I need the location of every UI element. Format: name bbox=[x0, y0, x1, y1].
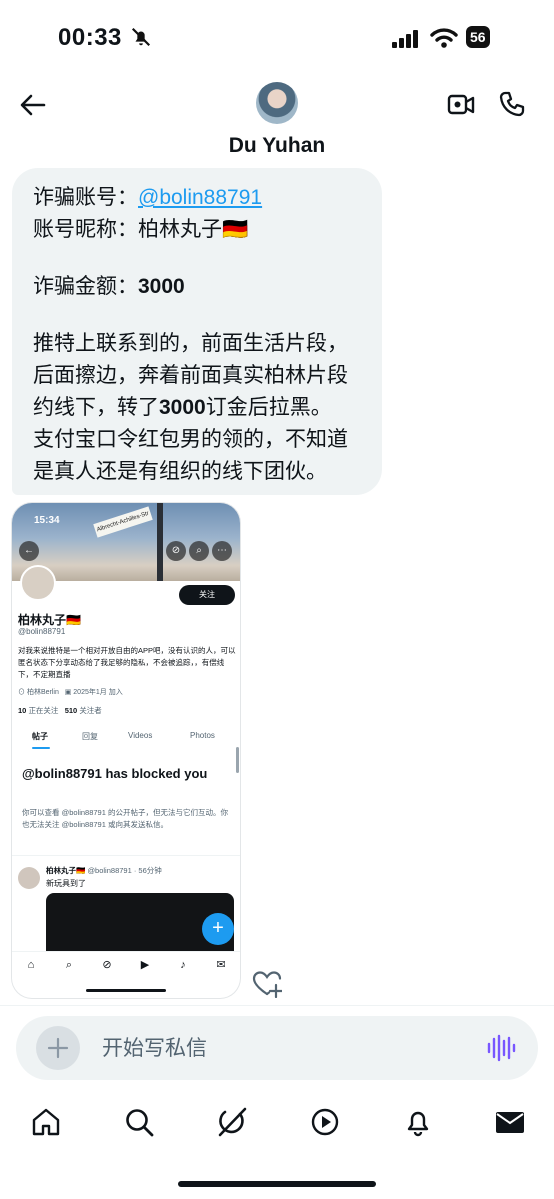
shot-blocked-title: @bolin88791 has blocked you bbox=[22, 766, 208, 781]
search-icon[interactable] bbox=[123, 1106, 155, 1138]
shot-tab-underline bbox=[32, 747, 50, 749]
message-text: 诈骗账号： bbox=[33, 186, 138, 209]
shot-back-icon: ← bbox=[19, 541, 39, 561]
shot-grok-icon: ⊘ bbox=[166, 541, 186, 561]
following-label: 正在关注 bbox=[28, 706, 59, 715]
bell-off-icon bbox=[131, 27, 151, 47]
amount-text: 3000 bbox=[159, 396, 206, 419]
shot-post-text: 新玩具到了 bbox=[46, 879, 86, 888]
message-input[interactable] bbox=[102, 1034, 462, 1062]
shot-post-header: 柏林丸子🇩🇪 @bolin88791 · 56分钟 bbox=[46, 865, 162, 876]
plus-icon bbox=[47, 1037, 69, 1059]
shot-tab-posts: 帖子 bbox=[32, 732, 48, 741]
followers-label: 关注者 bbox=[79, 706, 102, 715]
shot-status-time: 15:34 bbox=[34, 515, 60, 526]
message-bubble[interactable]: 诈骗账号：@bolin88791 账号昵称：柏林丸子🇩🇪 诈骗金额：3000 推… bbox=[12, 168, 382, 495]
amount-text: 3000 bbox=[138, 275, 185, 298]
shot-bottom-nav: ⌂ ⌕ ⊘ ▶ ♪ ✉ bbox=[12, 951, 240, 979]
shot-location: 柏林Berlin bbox=[26, 689, 59, 696]
shot-post-avatar bbox=[18, 867, 40, 889]
status-time: 00:33 bbox=[58, 24, 122, 51]
shot-post-name: 柏林丸子🇩🇪 bbox=[46, 866, 86, 875]
following-count: 10 bbox=[18, 706, 27, 715]
home-indicator bbox=[178, 1181, 376, 1187]
shot-divider bbox=[12, 855, 240, 856]
shot-tab-videos: Videos bbox=[128, 731, 153, 740]
shot-profile-tabs: 帖子 回复 Videos Photos bbox=[12, 725, 240, 749]
mention-link[interactable]: @bolin88791 bbox=[138, 186, 262, 209]
shot-home-indicator bbox=[86, 989, 166, 992]
shot-tab-photos: Photos bbox=[190, 731, 215, 740]
shot-follow-button: 关注 bbox=[179, 585, 235, 605]
video-call-icon[interactable] bbox=[447, 92, 475, 118]
message-line: 支付宝口令红包男的领的，不知道 bbox=[33, 428, 348, 451]
shot-scrollbar bbox=[236, 747, 239, 773]
heart-plus-icon[interactable] bbox=[252, 970, 282, 998]
shot-blocked-desc: 你可以查看 @bolin88791 的公开帖子，但无法与它们互动。你也无法关注 … bbox=[22, 808, 228, 829]
street-sign: Albrecht-Achilles-Str bbox=[93, 506, 153, 538]
message-text: 诈骗金额： bbox=[33, 275, 138, 298]
shot-bell-icon: ♪ bbox=[180, 959, 186, 971]
grok-icon[interactable] bbox=[216, 1106, 248, 1138]
shot-profile-name: 柏林丸子🇩🇪 bbox=[18, 613, 81, 627]
bell-icon[interactable] bbox=[402, 1106, 434, 1138]
shot-mail-icon: ✉ bbox=[216, 959, 226, 971]
back-arrow-icon[interactable] bbox=[18, 90, 48, 120]
shot-home-icon: ⌂ bbox=[27, 959, 35, 971]
message-text: 约线下，转了 bbox=[33, 396, 159, 419]
signal-icon bbox=[392, 30, 418, 48]
shot-post-meta: @bolin88791 · 56分钟 bbox=[87, 866, 162, 875]
contact-name[interactable]: Du Yuhan bbox=[0, 134, 554, 158]
message-line: 推特上联系到的，前面生活片段， bbox=[33, 332, 348, 355]
shot-profile-meta: ⊙ 柏林Berlin ▣ 2025年1月 加入 bbox=[18, 687, 123, 697]
location-pin-icon: ⊙ bbox=[18, 689, 25, 696]
shot-play-icon: ▶ bbox=[140, 959, 150, 971]
message-line: 账号昵称：柏林丸子🇩🇪 bbox=[33, 218, 249, 241]
bottom-nav bbox=[0, 1094, 554, 1154]
shot-grok-nav-icon: ⊘ bbox=[102, 959, 112, 971]
composer-divider bbox=[0, 1005, 554, 1006]
sign-pole bbox=[157, 503, 163, 581]
message-line: 诈骗金额：3000 bbox=[33, 271, 364, 303]
home-icon[interactable] bbox=[30, 1106, 62, 1138]
add-media-button[interactable] bbox=[36, 1026, 80, 1070]
shot-search-nav-icon: ⌕ bbox=[65, 959, 73, 971]
shot-profile-avatar bbox=[20, 565, 56, 601]
shot-profile-handle: @bolin88791 bbox=[18, 627, 66, 636]
image-attachment[interactable]: Albrecht-Achilles-Str 15:34 ← ⊘ ⌕ ⋯ 关注 柏… bbox=[12, 503, 240, 998]
contact-avatar[interactable] bbox=[256, 82, 298, 124]
message-line: 后面擦边，奔着前面真实柏林片段 bbox=[33, 364, 348, 387]
shot-profile-bio: 对我来说推特是一个相对开放自由的APP吧，没有认识的人，可以匿名状态下分享动态给… bbox=[18, 646, 236, 679]
voice-wave-icon[interactable] bbox=[486, 1034, 516, 1062]
battery-indicator: 56 bbox=[466, 26, 490, 48]
phone-call-icon[interactable] bbox=[498, 90, 526, 118]
shot-compose-fab: + bbox=[202, 913, 234, 945]
message-text: 订金后拉黑。 bbox=[205, 396, 332, 419]
wifi-icon bbox=[430, 28, 458, 48]
message-line: 诈骗账号：@bolin88791 bbox=[33, 182, 364, 214]
conversation-header: Du Yuhan bbox=[0, 72, 554, 168]
shot-joined: 2025年1月 加入 bbox=[73, 689, 123, 696]
message-line: 约线下，转了3000订金后拉黑。 bbox=[33, 392, 364, 424]
shot-search-icon: ⌕ bbox=[189, 541, 209, 561]
mail-icon[interactable] bbox=[494, 1106, 526, 1138]
shot-more-icon: ⋯ bbox=[212, 541, 232, 561]
shot-tab-replies: 回复 bbox=[82, 732, 98, 741]
shot-profile-stats: 10 正在关注 510 关注者 bbox=[18, 705, 102, 716]
calendar-icon: ▣ bbox=[64, 689, 72, 696]
play-icon[interactable] bbox=[309, 1106, 341, 1138]
message-line: 是真人还是有组织的线下团伙。 bbox=[33, 460, 327, 483]
status-bar: 00:33 56 bbox=[0, 0, 554, 72]
followers-count: 510 bbox=[64, 706, 78, 715]
message-composer bbox=[16, 1016, 538, 1080]
